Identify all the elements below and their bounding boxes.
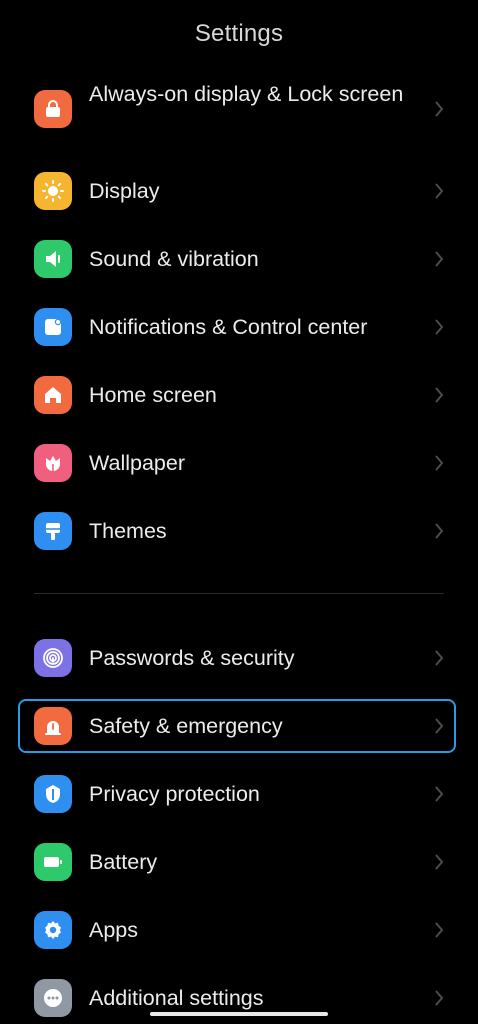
page-title: Settings: [194, 20, 284, 47]
settings-item-label: Always-on display & Lock screen: [89, 82, 404, 106]
settings-item-privacy-protection[interactable]: Privacy protection: [18, 771, 456, 817]
chevron-right-icon: [432, 648, 446, 668]
home-indicator[interactable]: [150, 1012, 328, 1016]
settings-item-label: Battery: [89, 850, 158, 874]
chevron-right-icon: [432, 920, 446, 940]
settings-item-label: Safety & emergency: [89, 714, 283, 738]
chevron-right-icon: [432, 716, 446, 736]
gear-icon: [34, 911, 72, 949]
settings-item-label: Sound & vibration: [89, 247, 259, 271]
settings-item-home-screen[interactable]: Home screen: [18, 372, 456, 418]
settings-item-label: Passwords & security: [89, 646, 295, 670]
battery-icon: [34, 843, 72, 881]
more-icon: [34, 979, 72, 1017]
settings-item-notifications[interactable]: Notifications & Control center: [18, 304, 456, 350]
settings-item-label: Apps: [89, 918, 139, 942]
chevron-right-icon: [432, 99, 446, 119]
fingerprint-icon: [34, 639, 72, 677]
sun-icon: [34, 172, 72, 210]
chevron-right-icon: [432, 852, 446, 872]
settings-item-passwords-security[interactable]: Passwords & security: [18, 635, 456, 681]
home-icon: [34, 376, 72, 414]
chevron-right-icon: [432, 521, 446, 541]
settings-item-label: Additional settings: [89, 986, 264, 1010]
chevron-right-icon: [432, 988, 446, 1008]
settings-item-themes[interactable]: Themes: [18, 508, 456, 554]
chevron-right-icon: [432, 317, 446, 337]
settings-item-display[interactable]: Display: [18, 168, 456, 214]
section-divider: [34, 593, 444, 594]
alarm-icon: [34, 707, 72, 745]
settings-item-label: Home screen: [89, 383, 217, 407]
settings-item-label: Wallpaper: [89, 451, 185, 475]
settings-item-label: Display: [89, 179, 160, 203]
notification-icon: [34, 308, 72, 346]
chevron-right-icon: [432, 453, 446, 473]
chevron-right-icon: [432, 784, 446, 804]
settings-item-label: Themes: [89, 519, 167, 543]
speaker-icon: [34, 240, 72, 278]
lock-icon: [34, 90, 72, 128]
flower-icon: [34, 444, 72, 482]
chevron-right-icon: [432, 385, 446, 405]
settings-item-wallpaper[interactable]: Wallpaper: [18, 440, 456, 486]
settings-item-battery[interactable]: Battery: [18, 839, 456, 885]
settings-item-label: Notifications & Control center: [89, 315, 368, 339]
settings-item-always-on-display[interactable]: Always-on display & Lock screen: [18, 76, 456, 142]
chevron-right-icon: [432, 181, 446, 201]
settings-item-safety-emergency[interactable]: Safety & emergency: [18, 699, 456, 753]
shield-icon: [34, 775, 72, 813]
brush-icon: [34, 512, 72, 550]
chevron-right-icon: [432, 249, 446, 269]
settings-item-sound-vibration[interactable]: Sound & vibration: [18, 236, 456, 282]
settings-item-apps[interactable]: Apps: [18, 907, 456, 953]
settings-item-label: Privacy protection: [89, 782, 260, 806]
